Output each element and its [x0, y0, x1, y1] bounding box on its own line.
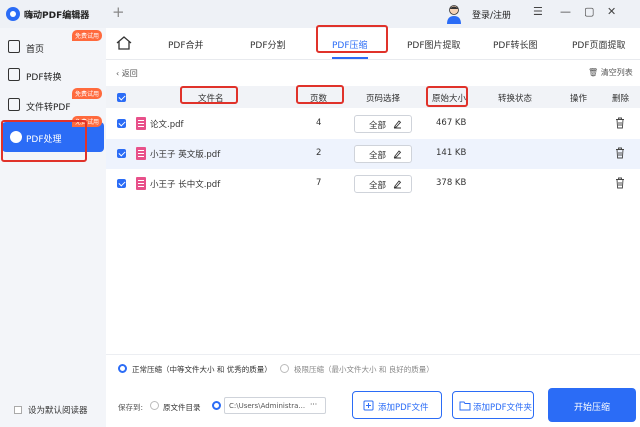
highlight-box [180, 86, 238, 104]
custom-path-radio[interactable] [212, 401, 221, 410]
page-select-label: 全部 [369, 151, 387, 161]
compression-options: 正常压缩（中等文件大小 和 优秀的质量） 极限压缩（最小文件大小 和 良好的质量… [106, 354, 640, 378]
tab-pdf-split[interactable]: PDF分割 [250, 38, 286, 51]
page-select-button[interactable]: 全部 [354, 145, 412, 163]
table-row[interactable]: 小王子 长中文.pdf 7 全部 378 KB [106, 169, 640, 199]
start-compress-button[interactable]: 开始压缩 [548, 388, 636, 422]
delete-icon[interactable] [615, 117, 625, 129]
row-checkbox[interactable] [117, 179, 126, 188]
sidebar-item-label: PDF转换 [26, 73, 62, 83]
file-name: 论文.pdf [150, 120, 184, 130]
original-size: 141 KB [436, 148, 467, 158]
normal-compress-radio[interactable] [118, 364, 127, 373]
add-file-icon [363, 400, 374, 411]
tab-pdf-to-long-image[interactable]: PDF转长图 [493, 38, 538, 51]
free-trial-badge: 免费试用 [72, 88, 103, 99]
default-reader-label: 设为默认阅读器 [28, 406, 88, 416]
start-compress-label: 开始压缩 [574, 403, 611, 413]
user-avatar-icon[interactable] [445, 4, 463, 24]
original-dir-label[interactable]: 原文件目录 [163, 402, 201, 413]
add-pdf-folder-label: 添加PDF文件夹 [473, 403, 533, 413]
original-size: 467 KB [436, 118, 467, 128]
sidebar-item-home[interactable]: 首页 免费试用 [0, 30, 106, 60]
save-path-value: C:\Users\Administra... [229, 402, 306, 410]
page-count: 2 [316, 148, 322, 158]
row-checkbox[interactable] [117, 149, 126, 158]
highlight-box [426, 86, 468, 107]
tab-pdf-merge[interactable]: PDF合并 [168, 38, 204, 51]
home-tab-icon[interactable] [116, 36, 132, 50]
header-status: 转换状态 [498, 94, 533, 104]
back-link[interactable]: ‹ 返回 [116, 68, 138, 79]
new-tab-button[interactable]: + [112, 3, 125, 21]
file-to-pdf-icon [8, 98, 20, 111]
tab-pdf-image-extract[interactable]: PDF图片提取 [407, 38, 461, 51]
restore-button[interactable]: ▢ [584, 5, 594, 18]
page-select-button[interactable]: 全部 [354, 115, 412, 133]
page-select-label: 全部 [369, 121, 387, 131]
file-name: 小王子 英文版.pdf [150, 150, 221, 160]
app-logo-icon [6, 7, 20, 21]
header-delete: 删除 [612, 94, 630, 104]
edit-icon [393, 150, 402, 159]
delete-icon[interactable] [615, 177, 625, 189]
delete-icon[interactable] [615, 147, 625, 159]
extreme-compress-radio[interactable] [280, 364, 289, 373]
footer-bar: 保存到: 原文件目录 C:\Users\Administra... ··· 添加… [106, 386, 640, 427]
page-count: 7 [316, 178, 322, 188]
add-pdf-file-button[interactable]: 添加PDF文件 [352, 391, 442, 419]
pdf-convert-icon [8, 68, 20, 81]
back-label: 返回 [121, 69, 138, 78]
highlight-box [1, 120, 87, 162]
free-trial-badge: 免费试用 [72, 30, 103, 41]
pdf-file-icon [136, 117, 146, 130]
login-register-link[interactable]: 登录/注册 [472, 8, 511, 21]
folder-icon [459, 401, 471, 411]
original-dir-radio[interactable] [150, 401, 159, 410]
page-select-label: 全部 [369, 181, 387, 191]
app-title: 嗨动PDF编辑器 [24, 11, 90, 21]
table-row[interactable]: 小王子 英文版.pdf 2 全部 141 KB [106, 139, 640, 169]
extreme-compress-label[interactable]: 极限压缩（最小文件大小 和 良好的质量） [294, 364, 434, 375]
row-checkbox[interactable] [117, 119, 126, 128]
sidebar-item-label: 首页 [26, 45, 45, 55]
add-pdf-file-label: 添加PDF文件 [378, 403, 429, 413]
menu-icon[interactable]: ☰ [533, 5, 543, 18]
clear-list-label: 清空列表 [600, 68, 633, 77]
close-button[interactable]: ✕ [607, 5, 616, 18]
sidebar-item-pdf-convert[interactable]: PDF转换 [0, 62, 106, 88]
minimize-button[interactable]: — [560, 5, 571, 18]
page-select-button[interactable]: 全部 [354, 175, 412, 193]
home-icon [8, 40, 20, 53]
pdf-file-icon [136, 177, 146, 190]
sidebar-item-label: 文件转PDF [26, 103, 71, 113]
sidebar-item-file-to-pdf[interactable]: 文件转PDF 免费试用 [0, 88, 106, 118]
page-count: 4 [316, 118, 322, 128]
active-tab-indicator [332, 57, 368, 59]
browse-path-button[interactable]: ··· [310, 400, 317, 409]
header-page-select: 页码选择 [366, 94, 401, 104]
add-pdf-folder-button[interactable]: 添加PDF文件夹 [452, 391, 534, 419]
tab-pdf-page-extract[interactable]: PDF页面提取 [572, 38, 626, 51]
sidebar: 首页 免费试用 PDF转换 文件转PDF 免费试用 PDF处理 免费试用 设为默… [0, 28, 106, 427]
file-name: 小王子 长中文.pdf [150, 180, 221, 190]
default-reader-checkbox[interactable]: 设为默认阅读器 [14, 404, 88, 416]
select-all-checkbox[interactable] [117, 93, 126, 102]
highlight-box [316, 25, 388, 53]
original-size: 378 KB [436, 178, 467, 188]
checkbox-icon[interactable] [14, 406, 22, 414]
tab-bar: PDF合并 PDF分割 PDF压缩 PDF图片提取 PDF转长图 PDF页面提取 [106, 25, 640, 60]
pdf-file-icon [136, 147, 146, 160]
header-action: 操作 [570, 94, 588, 104]
clear-list-button[interactable]: 🗑 清空列表 [588, 67, 633, 78]
table-row[interactable]: 论文.pdf 4 全部 467 KB [106, 109, 640, 139]
main-panel: PDF合并 PDF分割 PDF压缩 PDF图片提取 PDF转长图 PDF页面提取… [106, 25, 640, 427]
normal-compress-label[interactable]: 正常压缩（中等文件大小 和 优秀的质量） [132, 364, 272, 375]
save-to-label: 保存到: [118, 403, 144, 412]
highlight-box [296, 85, 344, 104]
title-bar: 嗨动PDF编辑器 + 登录/注册 ☰ — ▢ ✕ [0, 0, 640, 28]
edit-icon [393, 120, 402, 129]
edit-icon [393, 180, 402, 189]
